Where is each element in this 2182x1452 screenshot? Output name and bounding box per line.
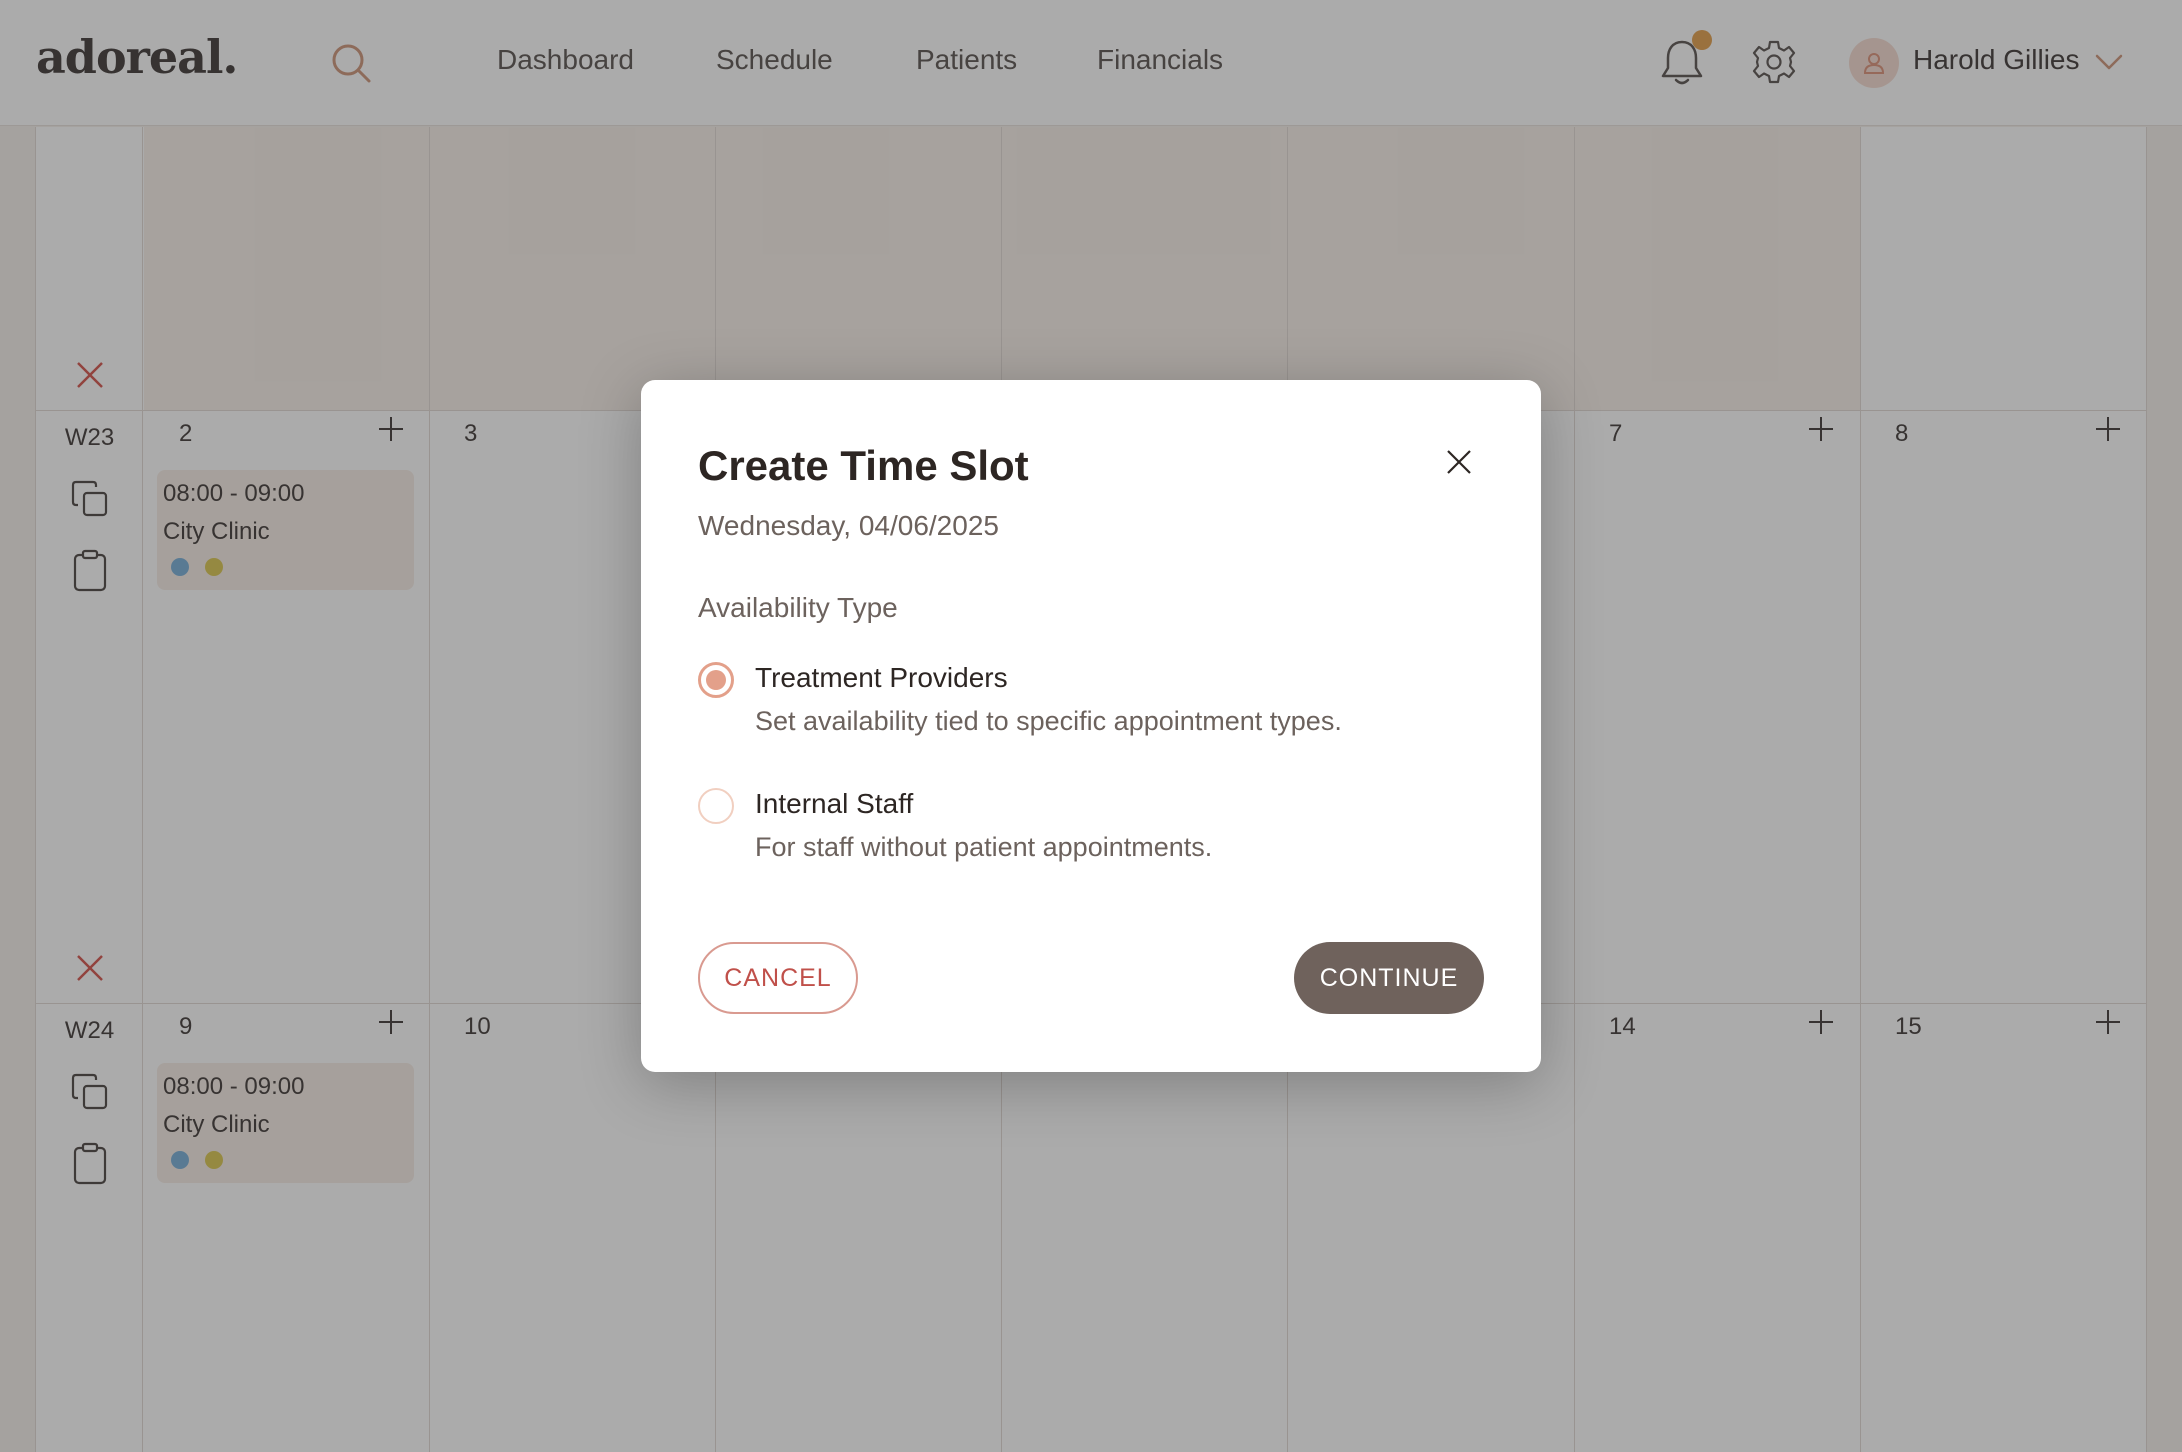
availability-type-label: Availability Type (698, 592, 898, 623)
continue-button[interactable]: CONTINUE (1294, 942, 1484, 1014)
option-label: Treatment Providers (755, 662, 1008, 693)
create-time-slot-dialog: Create Time Slot Wednesday, 04/06/2025 A… (641, 380, 1541, 1072)
option-description: For staff without patient appointments. (755, 832, 1213, 862)
option-description: Set availability tied to specific appoin… (755, 706, 1342, 736)
radio-treatment-providers[interactable] (698, 662, 734, 698)
cancel-button[interactable]: CANCEL (698, 942, 858, 1014)
close-icon[interactable] (1443, 446, 1475, 478)
option-treatment-providers[interactable]: Treatment Providers Set availability tie… (698, 662, 1478, 758)
radio-internal-staff[interactable] (698, 788, 734, 824)
option-internal-staff[interactable]: Internal Staff For staff without patient… (698, 788, 1478, 884)
modal-title: Create Time Slot (698, 442, 1029, 489)
option-label: Internal Staff (755, 788, 914, 819)
modal-date: Wednesday, 04/06/2025 (698, 510, 999, 541)
